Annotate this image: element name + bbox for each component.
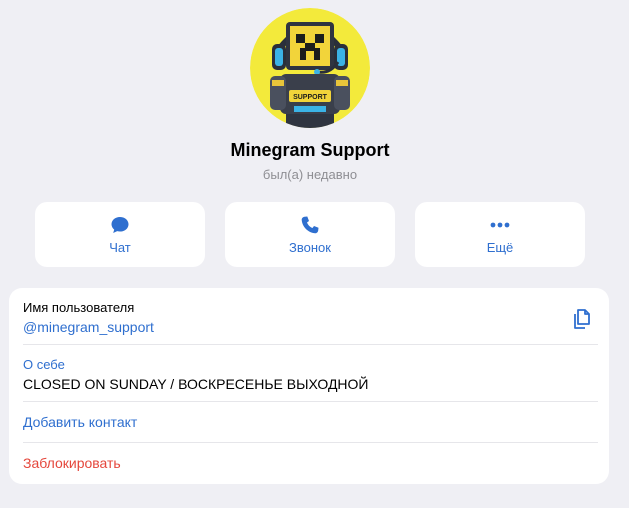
- chat-bubble-icon: [109, 214, 131, 236]
- add-contact-button[interactable]: Добавить контакт: [23, 414, 595, 432]
- block-button[interactable]: Заблокировать: [23, 455, 595, 473]
- more-button[interactable]: Ещё: [415, 202, 585, 267]
- about-label: О себе: [23, 357, 65, 372]
- chat-button[interactable]: Чат: [35, 202, 205, 267]
- call-button-label: Звонок: [289, 240, 331, 255]
- chat-button-label: Чат: [109, 240, 131, 255]
- divider: [23, 442, 598, 443]
- username-label: Имя пользователя: [23, 300, 135, 315]
- about-value: CLOSED ON SUNDAY / ВОСКРЕСЕНЬЕ ВЫХОДНОЙ: [23, 376, 369, 392]
- profile-avatar[interactable]: SUPPORT: [250, 8, 370, 128]
- username-value[interactable]: @minegram_support: [23, 319, 595, 337]
- copy-icon[interactable]: [571, 307, 593, 331]
- profile-info-card: Имя пользователя @minegram_support О себ…: [9, 288, 609, 484]
- robot-avatar-image: SUPPORT: [250, 8, 370, 128]
- profile-status: был(а) недавно: [262, 167, 358, 182]
- avatar-badge-text: SUPPORT: [293, 94, 328, 101]
- action-buttons: Чат Звонок Ещё: [35, 202, 585, 267]
- divider: [23, 344, 598, 345]
- phone-icon: [299, 214, 321, 236]
- more-dots-icon: [489, 214, 511, 236]
- more-button-label: Ещё: [486, 240, 514, 255]
- profile-name: Minegram Support: [230, 140, 390, 160]
- call-button[interactable]: Звонок: [225, 202, 395, 267]
- divider: [23, 401, 598, 402]
